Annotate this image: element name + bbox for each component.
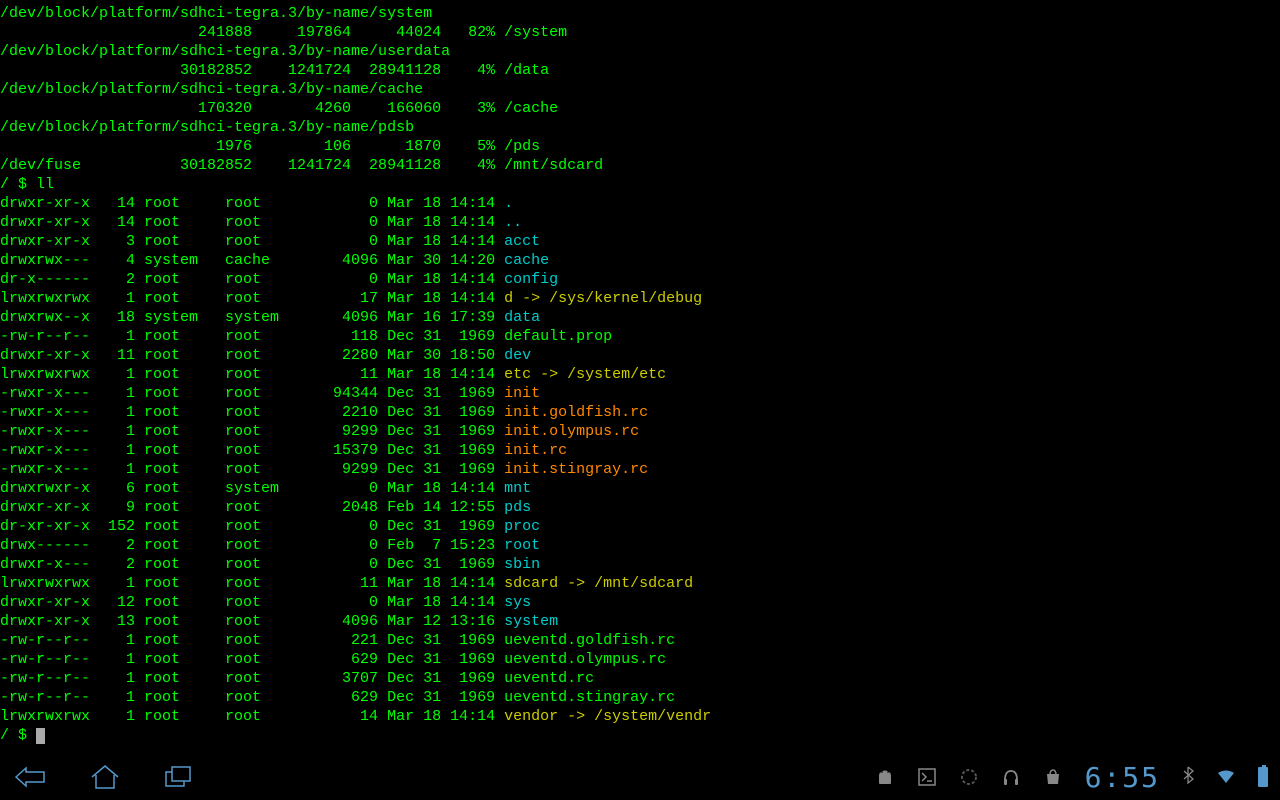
system-navbar: 6:55 xyxy=(0,754,1280,800)
terminal-output[interactable]: /dev/block/platform/sdhci-tegra.3/by-nam… xyxy=(0,0,1280,754)
wifi-icon xyxy=(1216,767,1236,787)
android-icon[interactable] xyxy=(875,767,895,787)
terminal-icon[interactable] xyxy=(917,767,937,787)
back-button[interactable] xyxy=(12,762,50,792)
bluetooth-icon xyxy=(1182,766,1194,789)
loading-icon xyxy=(959,767,979,787)
home-button[interactable] xyxy=(86,762,124,792)
clock[interactable]: 6:55 xyxy=(1085,761,1160,794)
shop-icon[interactable] xyxy=(1043,767,1063,787)
terminal-cursor xyxy=(36,728,45,744)
headphones-icon[interactable] xyxy=(1001,767,1021,787)
battery-icon xyxy=(1258,767,1268,787)
recent-apps-button[interactable] xyxy=(160,762,198,792)
